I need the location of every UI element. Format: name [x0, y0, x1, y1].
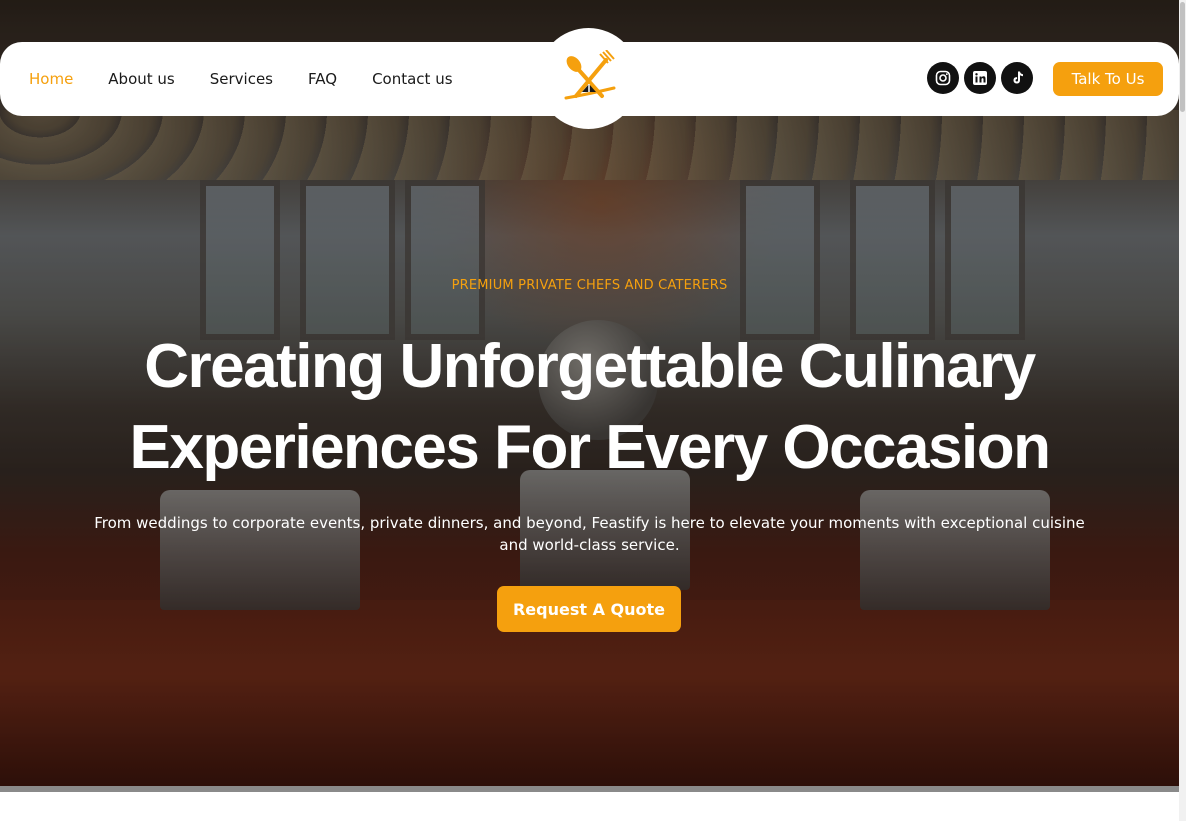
instagram-button[interactable] — [927, 62, 959, 94]
linkedin-icon — [973, 71, 987, 85]
brand-logo[interactable] — [538, 28, 639, 129]
linkedin-button[interactable] — [964, 62, 996, 94]
nav-link-home[interactable]: Home — [29, 70, 73, 88]
nav-link-faq[interactable]: FAQ — [308, 70, 337, 88]
social-links — [927, 62, 1033, 94]
instagram-icon — [935, 70, 951, 86]
hero-description: From weddings to corporate events, priva… — [94, 514, 1085, 554]
hero-headline: Creating Unforgettable Culinary Experien… — [40, 326, 1139, 488]
hero-headline-line-2: Experiences For Every Occasion — [129, 413, 1051, 482]
tiktok-button[interactable] — [1001, 62, 1033, 94]
hero-headline-line-1: Creating Unforgettable Culinary — [144, 332, 1036, 401]
nav-link-services[interactable]: Services — [210, 70, 273, 88]
scrollbar-thumb[interactable] — [1180, 2, 1185, 112]
fork-spoon-logo-icon — [564, 49, 615, 99]
talk-to-us-button[interactable]: Talk To Us — [1053, 62, 1163, 96]
section-divider — [0, 786, 1179, 792]
nav-link-about-us[interactable]: About us — [108, 70, 174, 88]
tiktok-icon — [1013, 71, 1023, 84]
nav-link-contact-us[interactable]: Contact us — [372, 70, 452, 88]
hero-eyebrow: PREMIUM PRIVATE CHEFS AND CATERERS — [451, 278, 728, 293]
primary-nav: Home About us Services FAQ Contact us — [29, 42, 488, 116]
request-quote-button[interactable]: Request A Quote — [497, 586, 681, 632]
page-scrollbar[interactable] — [1179, 0, 1186, 821]
